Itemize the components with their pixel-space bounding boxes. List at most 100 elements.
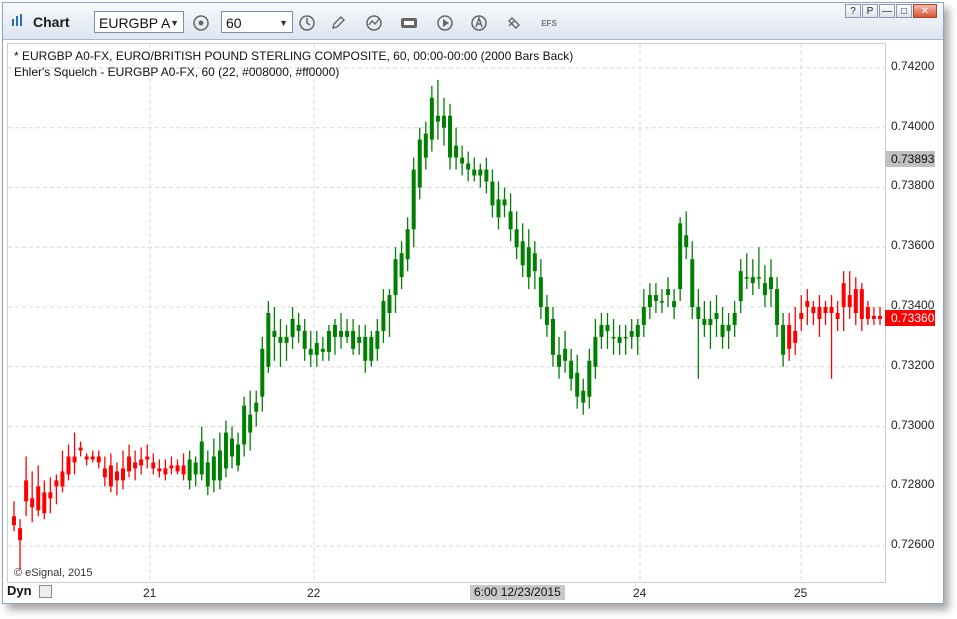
price-bar <box>841 271 846 331</box>
price-bar <box>387 289 392 337</box>
price-bar <box>835 301 840 331</box>
price-bar <box>272 307 277 361</box>
interval-input[interactable]: 60 ▼ <box>221 11 293 33</box>
symbol-value: EURGBP A <box>99 15 171 31</box>
price-bar <box>175 459 180 475</box>
crosshair-price-tag: 0.73893 <box>885 150 935 167</box>
pencil-icon[interactable] <box>327 12 349 34</box>
price-bar <box>714 295 719 337</box>
symbol-input[interactable]: EURGBP A ▼ <box>94 11 184 33</box>
price-bar <box>187 450 192 490</box>
window-controls: ? P — □ ✕ <box>845 4 937 18</box>
price-bar <box>284 324 289 361</box>
interval-value: 60 <box>226 15 242 31</box>
price-bar <box>72 432 77 475</box>
link-button[interactable]: P <box>862 4 878 18</box>
y-tick-label: 0.74000 <box>891 118 935 133</box>
price-bar <box>823 301 828 325</box>
x-tick-label: 22 <box>307 586 321 600</box>
price-bar <box>411 157 416 248</box>
price-bar <box>351 318 356 355</box>
price-chart-svg <box>8 44 885 582</box>
price-bar <box>871 307 876 325</box>
price-bar <box>78 441 83 457</box>
price-bar <box>478 163 483 188</box>
price-bar <box>405 217 410 272</box>
price-bar <box>369 330 374 367</box>
refresh-symbol-icon[interactable] <box>190 12 212 34</box>
price-axis[interactable]: 0.72600 0.72800 0.73000 0.73200 0.73400 0.736… <box>885 43 941 581</box>
price-bar <box>320 336 325 361</box>
window-title: Chart <box>33 14 70 30</box>
price-bar <box>793 307 798 355</box>
price-bar <box>96 450 101 469</box>
price-bar <box>502 187 507 218</box>
price-bar <box>211 438 216 493</box>
price-bar <box>666 277 671 308</box>
clock-icon[interactable] <box>296 12 318 34</box>
price-bar <box>121 450 126 490</box>
price-bar <box>181 453 186 481</box>
price-bar <box>381 289 386 343</box>
price-bar <box>217 432 222 490</box>
price-bar <box>762 265 767 308</box>
lock-icon[interactable] <box>39 585 52 598</box>
price-bar <box>641 289 646 337</box>
price-bar <box>569 348 574 391</box>
price-bar <box>696 289 701 379</box>
y-tick-label: 0.73600 <box>891 238 935 253</box>
price-bar <box>12 501 16 532</box>
price-bar <box>393 247 398 313</box>
x-tick-label: 21 <box>143 586 157 600</box>
minimize-button[interactable]: — <box>879 4 895 18</box>
price-bar <box>805 289 810 325</box>
price-bar <box>629 318 634 349</box>
time-axis[interactable]: 21 22 24 25 6:00 12/23/2015 <box>7 583 884 601</box>
price-bar <box>314 330 319 367</box>
y-tick-label: 0.73200 <box>891 357 935 372</box>
price-bar <box>260 336 265 412</box>
price-bar <box>399 241 404 290</box>
price-bar <box>60 450 65 493</box>
maximize-button[interactable]: □ <box>896 4 912 18</box>
chevron-down-icon[interactable]: ▼ <box>170 12 179 34</box>
price-bar <box>266 301 271 373</box>
price-bar <box>811 301 816 325</box>
price-bar <box>145 444 150 469</box>
play-icon[interactable] <box>434 12 456 34</box>
study-legend: Ehler's Squelch - EURGBP A0-FX, 60 (22, … <box>14 65 340 79</box>
efs-button[interactable]: EFS <box>538 12 560 34</box>
price-bar <box>36 465 41 517</box>
price-bar <box>587 348 592 409</box>
price-bar <box>750 259 755 296</box>
price-bar <box>647 283 652 319</box>
price-bar <box>853 277 858 325</box>
price-bar <box>732 301 737 337</box>
close-button[interactable]: ✕ <box>913 4 937 18</box>
price-bar <box>163 459 168 481</box>
x-tick-label: 24 <box>633 586 647 600</box>
price-bar <box>84 453 89 466</box>
data-window-icon[interactable] <box>398 12 420 34</box>
price-bar <box>332 318 337 355</box>
help-button[interactable]: ? <box>845 4 861 18</box>
price-bar <box>302 318 307 361</box>
studies-icon[interactable] <box>363 12 385 34</box>
link-icon[interactable] <box>503 12 525 34</box>
price-bar <box>653 283 658 313</box>
price-bar <box>363 324 368 373</box>
price-bar <box>490 169 495 218</box>
dyn-label[interactable]: Dyn <box>7 583 32 598</box>
price-bar <box>544 295 549 337</box>
y-tick-label: 0.74200 <box>891 58 935 73</box>
chevron-down-icon[interactable]: ▼ <box>279 12 288 34</box>
price-bar <box>829 295 834 379</box>
chart-window: Chart EURGBP A ▼ 60 ▼ EFS ? P — □ ✕ * EU… <box>2 2 944 604</box>
price-bar <box>865 301 870 325</box>
y-tick-label: 0.72800 <box>891 477 935 492</box>
price-bar <box>726 313 731 349</box>
alert-icon[interactable] <box>468 12 490 34</box>
price-bar <box>417 127 422 200</box>
price-plot[interactable]: * EURGBP A0-FX, EURO/BRITISH POUND STERL… <box>7 43 886 583</box>
price-bar <box>357 324 362 355</box>
